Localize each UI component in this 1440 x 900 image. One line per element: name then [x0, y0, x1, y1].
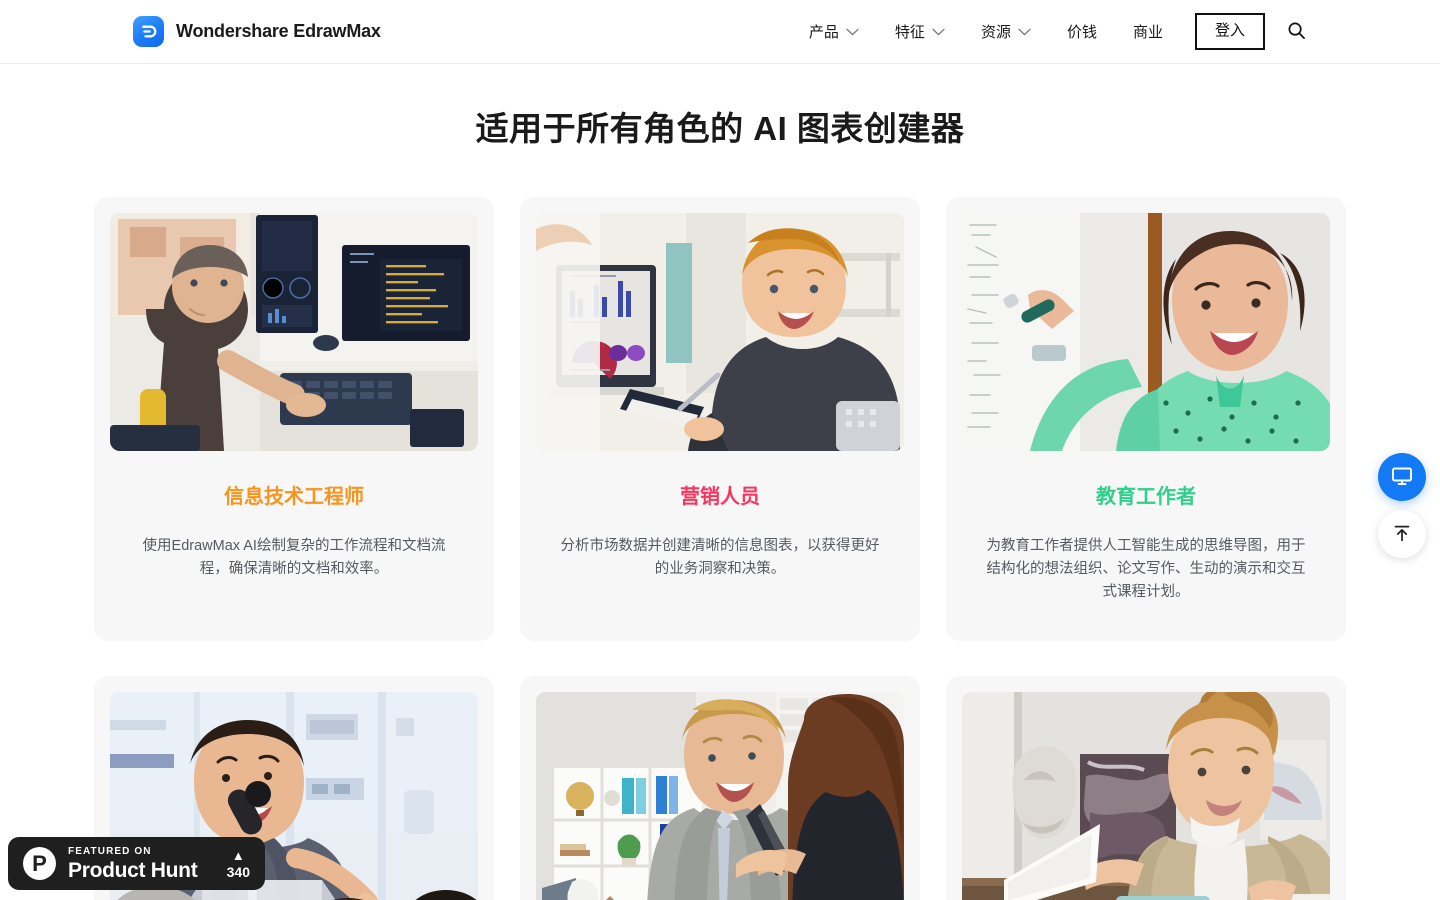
primary-nav: 产品 特征 资源 价钱 商业 登入: [791, 12, 1310, 52]
nav-item-products[interactable]: 产品: [791, 12, 877, 52]
role-card-description: 使用EdrawMax AI绘制复杂的工作流程和文档流程，确保清晰的文档和效率。: [142, 538, 446, 577]
nav-item-resources-label: 资源: [980, 24, 1011, 41]
role-card[interactable]: [946, 676, 1346, 900]
site-header: Wondershare EdrawMax 产品 特征 资源 价钱 商业 登入: [0, 0, 1440, 64]
role-card-title: 营销人员: [680, 486, 760, 508]
nav-item-pricing-label: 价钱: [1066, 24, 1097, 41]
role-card-title: 教育工作者: [1096, 486, 1196, 508]
upvote-triangle-icon: ▲: [231, 847, 245, 863]
role-card[interactable]: 教育工作者 为教育工作者提供人工智能生成的思维导图，用于结构化的想法组织、论文写…: [946, 197, 1346, 641]
main-content: 适用于所有角色的 AI 图表创建器 信息技术工程师 使用EdrawMax AI绘…: [0, 102, 1440, 900]
chevron-down-icon: [846, 23, 859, 40]
role-card-title: 信息技术工程师: [224, 486, 364, 508]
nav-item-features[interactable]: 特征: [877, 12, 963, 52]
role-card-photo: [962, 692, 1330, 900]
back-to-top-button[interactable]: [1378, 510, 1426, 558]
nav-item-features-label: 特征: [894, 24, 925, 41]
role-card-photo: [536, 692, 904, 900]
chevron-down-icon: [1018, 23, 1031, 40]
product-hunt-badge[interactable]: P FEATURED ON Product Hunt ▲ 340: [8, 837, 265, 890]
product-hunt-votes: ▲ 340: [227, 849, 250, 879]
search-button[interactable]: [1283, 17, 1310, 47]
nav-item-business-label: 商业: [1132, 24, 1163, 41]
role-card-description: 为教育工作者提供人工智能生成的思维导图，用于结构化的想法组织、论文写作、生动的演…: [986, 538, 1306, 600]
arrow-up-to-bar-icon: [1391, 522, 1413, 547]
role-card-description: 分析市场数据并创建清晰的信息图表，以获得更好的业务洞察和决策。: [560, 538, 880, 577]
role-card-photo: [536, 213, 904, 451]
monitor-icon: [1390, 464, 1414, 491]
login-button[interactable]: 登入: [1194, 13, 1265, 50]
product-hunt-kicker: FEATURED ON: [68, 845, 152, 857]
search-icon: [1287, 21, 1306, 43]
role-card-grid: 信息技术工程师 使用EdrawMax AI绘制复杂的工作流程和文档流程，确保清晰…: [94, 197, 1346, 900]
nav-item-business[interactable]: 商业: [1115, 12, 1181, 52]
product-hunt-logo-icon: P: [23, 847, 56, 880]
role-card[interactable]: [520, 676, 920, 900]
floating-side-rail: [1378, 453, 1426, 558]
brand-name: Wondershare EdrawMax: [176, 21, 381, 41]
live-demo-button[interactable]: [1378, 453, 1426, 501]
role-card[interactable]: 营销人员 分析市场数据并创建清晰的信息图表，以获得更好的业务洞察和决策。: [520, 197, 920, 641]
brand-logo-link[interactable]: Wondershare EdrawMax: [133, 16, 381, 47]
role-card-photo: [110, 213, 478, 451]
role-card-photo: [962, 213, 1330, 451]
role-card[interactable]: 信息技术工程师 使用EdrawMax AI绘制复杂的工作流程和文档流程，确保清晰…: [94, 197, 494, 641]
product-hunt-text: FEATURED ON Product Hunt: [68, 845, 198, 882]
product-hunt-name: Product Hunt: [68, 858, 198, 882]
product-hunt-vote-count: 340: [226, 863, 250, 880]
nav-item-resources[interactable]: 资源: [963, 12, 1049, 52]
page-title: 适用于所有角色的 AI 图表创建器: [475, 110, 965, 147]
edrawmax-logo-icon: [133, 16, 164, 47]
chevron-down-icon: [932, 23, 945, 40]
nav-item-pricing[interactable]: 价钱: [1049, 12, 1115, 52]
nav-item-products-label: 产品: [808, 24, 839, 41]
